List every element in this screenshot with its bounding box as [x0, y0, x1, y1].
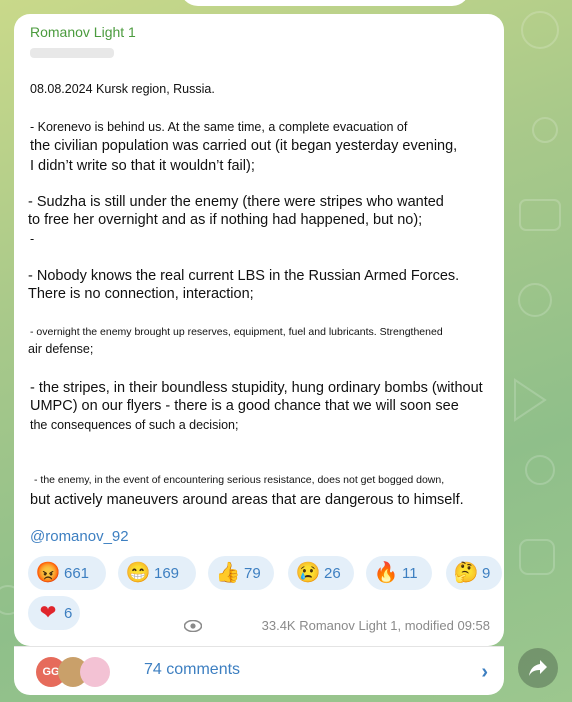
message-line: - overnight the enemy brought up reserve…	[30, 326, 443, 338]
thinking-face-icon: 🤔	[453, 562, 479, 584]
message-line: - Nobody knows the real current LBS in t…	[28, 268, 460, 284]
message-line: UMPC) on our flyers - there is a good ch…	[30, 398, 459, 414]
avatar	[80, 657, 110, 687]
message-line: air defense;	[28, 342, 94, 356]
reaction-count: 169	[154, 564, 180, 582]
previous-message-bubble	[180, 0, 470, 6]
reaction-crying-face[interactable]: 😢 26	[288, 556, 354, 590]
share-arrow-icon	[529, 660, 547, 676]
chevron-right-icon[interactable]: ›	[481, 661, 488, 684]
heart-icon: ❤	[39, 602, 57, 624]
channel-message: Romanov Light 1 08.08.2024 Kursk region,…	[14, 14, 504, 646]
reaction-angry-face[interactable]: 😡 661	[28, 556, 106, 590]
message-line: I didn’t write so that it wouldn’t fail)…	[30, 158, 255, 174]
message-line: to free her overnight and as if nothing …	[28, 212, 423, 228]
reaction-count: 79	[244, 564, 261, 582]
message-line: -	[30, 232, 35, 246]
crying-face-icon: 😢	[295, 562, 321, 584]
fire-icon: 🔥	[373, 562, 399, 584]
reaction-grinning-face[interactable]: 😁 169	[118, 556, 196, 590]
reaction-thumbs-up[interactable]: 👍 79	[208, 556, 274, 590]
message-author[interactable]: Romanov Light 1	[30, 24, 136, 40]
reaction-count: 661	[64, 564, 90, 582]
reaction-count: 9	[482, 564, 491, 582]
message-line: - Sudzha is still under the enemy (there…	[28, 194, 444, 210]
message-line: 08.08.2024 Kursk region, Russia.	[30, 82, 215, 96]
eye-icon	[183, 619, 202, 632]
message-line: the civilian population was carried out …	[30, 138, 458, 154]
thumbs-up-icon: 👍	[215, 562, 241, 584]
message-line: - the stripes, in their boundless stupid…	[30, 380, 483, 396]
reaction-count: 6	[64, 604, 73, 622]
message-line: but actively maneuvers around areas that…	[30, 492, 464, 508]
message-line: the consequences of such a decision;	[30, 418, 239, 432]
reaction-thinking-face[interactable]: 🤔 9	[446, 556, 502, 590]
reaction-count: 26	[324, 564, 341, 582]
redacted-text	[30, 48, 114, 58]
grinning-face-icon: 😁	[125, 562, 151, 584]
message-meta: 33.4K Romanov Light 1, modified 09:58	[183, 618, 490, 633]
angry-face-icon: 😡	[35, 562, 61, 584]
comments-bar[interactable]: GG 74 comments ›	[14, 646, 504, 695]
reaction-heart[interactable]: ❤ 6	[28, 596, 80, 630]
message-line: There is no connection, interaction;	[28, 286, 254, 302]
comments-label[interactable]: 74 comments	[144, 661, 240, 679]
message-line: - Korenevo is behind us. At the same tim…	[30, 120, 408, 134]
message-line: - the enemy, in the event of encounterin…	[34, 474, 445, 486]
views-and-edited-label: 33.4K Romanov Light 1, modified 09:58	[261, 618, 490, 633]
reaction-fire[interactable]: 🔥 11	[366, 556, 432, 590]
reaction-count: 11	[402, 564, 418, 582]
share-button[interactable]	[518, 648, 558, 688]
channel-handle-link[interactable]: @romanov_92	[30, 528, 129, 545]
